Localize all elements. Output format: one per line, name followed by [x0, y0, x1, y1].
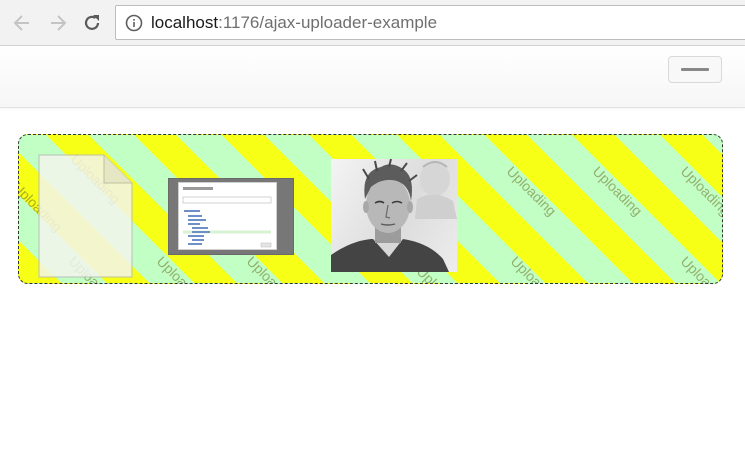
- uploading-watermark: Uploading: [243, 253, 300, 284]
- uploading-watermark: Uploading: [677, 163, 723, 219]
- uploading-watermark: Uploading: [153, 253, 210, 284]
- uploading-watermark: Uploading: [503, 163, 560, 219]
- back-button[interactable]: [8, 9, 36, 37]
- back-arrow-icon: [13, 15, 29, 31]
- info-icon[interactable]: [125, 14, 143, 32]
- reload-button[interactable]: [78, 9, 106, 37]
- browser-toolbar: localhost:1176/ajax-uploader-example: [0, 0, 745, 46]
- page-navbar: [0, 46, 745, 108]
- menu-toggle-button[interactable]: [668, 56, 722, 83]
- url-host: localhost: [151, 12, 219, 32]
- address-bar[interactable]: localhost:1176/ajax-uploader-example: [115, 5, 745, 40]
- forward-button[interactable]: [44, 9, 72, 37]
- portrait-illustration: [331, 159, 457, 272]
- portrait-photo-thumbnail: [331, 159, 457, 272]
- url-path: :1176/ajax-uploader-example: [218, 12, 438, 32]
- url-text: localhost:1176/ajax-uploader-example: [151, 13, 437, 33]
- uploading-watermark: Uploading: [589, 163, 646, 219]
- screenshot-thumbnail: [168, 178, 294, 255]
- uploading-watermark: Uploading: [677, 253, 723, 284]
- forward-arrow-icon: [51, 15, 67, 31]
- uploading-watermark: Uploading: [507, 253, 564, 284]
- reload-icon: [84, 15, 100, 30]
- screenshot-content: [182, 187, 272, 248]
- hamburger-menu-icon: [681, 68, 709, 71]
- upload-dropzone[interactable]: Uploading Uploading Uploading Uploading …: [18, 134, 723, 284]
- generic-file-icon: [38, 154, 133, 278]
- screenshot-dialog: [178, 182, 277, 250]
